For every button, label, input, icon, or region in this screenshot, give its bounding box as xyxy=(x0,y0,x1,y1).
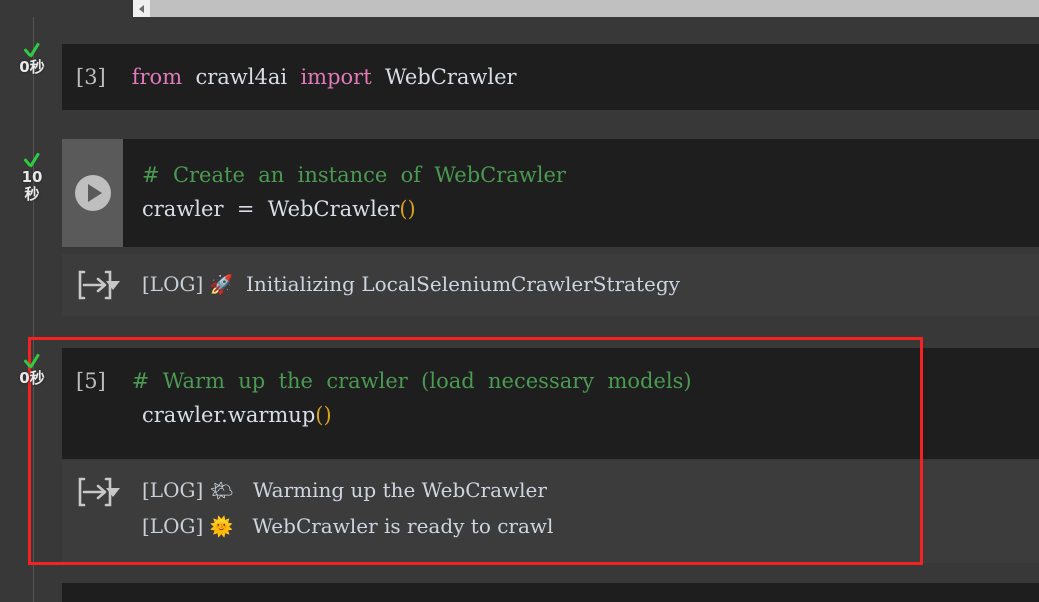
code-comment-line: # Create an instance of WebCrawler xyxy=(142,163,566,187)
cell-output-create-instance: [LOG] 🚀 Initializing LocalSeleniumCrawle… xyxy=(62,254,1039,316)
notebook-viewport: 0秒 [3] from crawl4ai import WebCrawler 10… xyxy=(0,0,1039,602)
output-lines: [LOG] 🌤 Warming up the WebCrawler [LOG] … xyxy=(62,461,1039,545)
sun-behind-cloud-icon: 🌤 xyxy=(209,480,234,502)
sun-with-face-icon: 🌞 xyxy=(209,516,234,538)
log-tag: [LOG] xyxy=(142,478,204,502)
cell-output-5: [LOG] 🌤 Warming up the WebCrawler [LOG] … xyxy=(62,461,1039,563)
code-token-import: import xyxy=(300,65,372,89)
output-line: [LOG] 🚀 Initializing LocalSeleniumCrawle… xyxy=(62,254,1039,303)
code-parens: () xyxy=(315,403,332,427)
code-cell-3[interactable]: [3] from crawl4ai import WebCrawler xyxy=(62,44,1039,110)
code-parens: () xyxy=(399,197,416,221)
code-token-module: crawl4ai xyxy=(195,65,288,89)
log-tag: [LOG] xyxy=(142,514,204,538)
log-message: WebCrawler is ready to crawl xyxy=(246,514,554,538)
scrollbar-left-arrow-button[interactable] xyxy=(133,0,150,17)
code-assignment: crawler = WebCrawler xyxy=(142,197,400,221)
output-collapse-icon[interactable] xyxy=(76,268,124,302)
code-editor-cell-3[interactable]: [3] from crawl4ai import WebCrawler xyxy=(62,44,1039,110)
cell-prompt: [3] xyxy=(76,65,106,89)
code-editor-cell-create-instance[interactable]: # Create an instance of WebCrawler crawl… xyxy=(62,139,1039,226)
code-cell-5[interactable]: [5] # Warm up the crawler (load necessary… xyxy=(62,348,1039,459)
code-comment-line: # Warm up the crawler (load necessary mo… xyxy=(131,369,692,393)
play-triangle-icon xyxy=(87,184,102,202)
horizontal-scrollbar[interactable] xyxy=(133,0,1039,17)
cell-prompt: [5] xyxy=(76,369,106,393)
code-editor-cell-5[interactable]: [5] # Warm up the crawler (load necessary… xyxy=(62,348,1039,432)
run-cell-button[interactable] xyxy=(62,139,123,247)
scrollbar-thumb[interactable] xyxy=(150,0,1039,17)
gutter-rail xyxy=(0,17,34,602)
log-tag: [LOG] xyxy=(142,272,204,296)
code-cell-next[interactable] xyxy=(62,583,1039,602)
output-collapse-icon[interactable] xyxy=(76,475,124,509)
log-message: Initializing LocalSeleniumCrawlerStrateg… xyxy=(246,272,680,296)
rocket-icon: 🚀 xyxy=(209,274,234,296)
play-circle-icon[interactable] xyxy=(74,175,111,211)
code-token-symbol: WebCrawler xyxy=(385,65,517,89)
code-cell-create-instance[interactable]: # Create an instance of WebCrawler crawl… xyxy=(62,139,1039,247)
log-message: Warming up the WebCrawler xyxy=(246,478,547,502)
code-call-expression: crawler.warmup xyxy=(142,403,316,427)
code-token-from: from xyxy=(131,65,183,89)
chevron-left-icon xyxy=(139,4,144,13)
